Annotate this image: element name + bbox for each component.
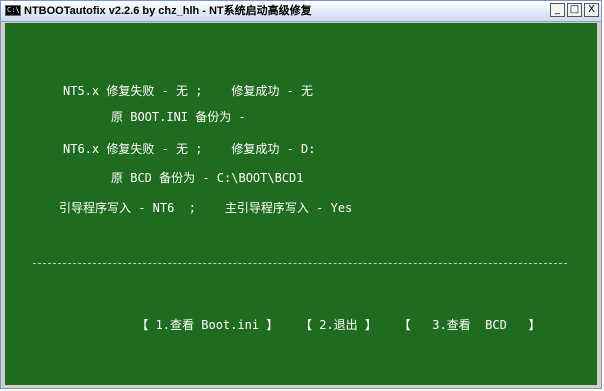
view-bootini-option[interactable]: 【 1.查看 Boot.ini 】 (136, 318, 278, 332)
app-window: C:\ NTBOOTautofix v2.2.6 by chz_hlh - NT… (0, 0, 602, 389)
menu-bar: 【 1.查看 Boot.ini 】 【 2.退出 】 【 3.查看 BCD 】 (93, 301, 597, 349)
close-button[interactable]: X (584, 3, 599, 17)
title-bar[interactable]: C:\ NTBOOTautofix v2.2.6 by chz_hlh - NT… (1, 1, 601, 22)
console-area: NT5.x 修复失败 - 无 ; 修复成功 - 无 原 BOOT.INI 备份为… (5, 23, 597, 385)
nt6-status-line: NT6.x 修复失败 - 无 ; 修复成功 - D: (63, 142, 316, 156)
divider (33, 263, 567, 264)
console-icon: C:\ (5, 5, 21, 16)
exit-option[interactable]: 【 2.退出 】 (300, 318, 377, 332)
window-title: NTBOOTautofix v2.2.6 by chz_hlh - NT系统启动… (24, 5, 312, 17)
bootini-backup-line: 原 BOOT.INI 备份为 - (111, 110, 246, 124)
view-bcd-option[interactable]: 【 3.查看 BCD 】 (399, 318, 541, 332)
maximize-button[interactable]: □ (567, 3, 582, 17)
bcd-backup-line: 原 BCD 备份为 - C:\BOOT\BCD1 (111, 171, 304, 185)
window-controls: _ □ X (550, 3, 599, 19)
minimize-button[interactable]: _ (550, 3, 565, 17)
nt5-status-line: NT5.x 修复失败 - 无 ; 修复成功 - 无 (63, 84, 314, 98)
bootloader-write-line: 引导程序写入 - NT6 ; 主引导程序写入 - Yes (59, 201, 353, 215)
